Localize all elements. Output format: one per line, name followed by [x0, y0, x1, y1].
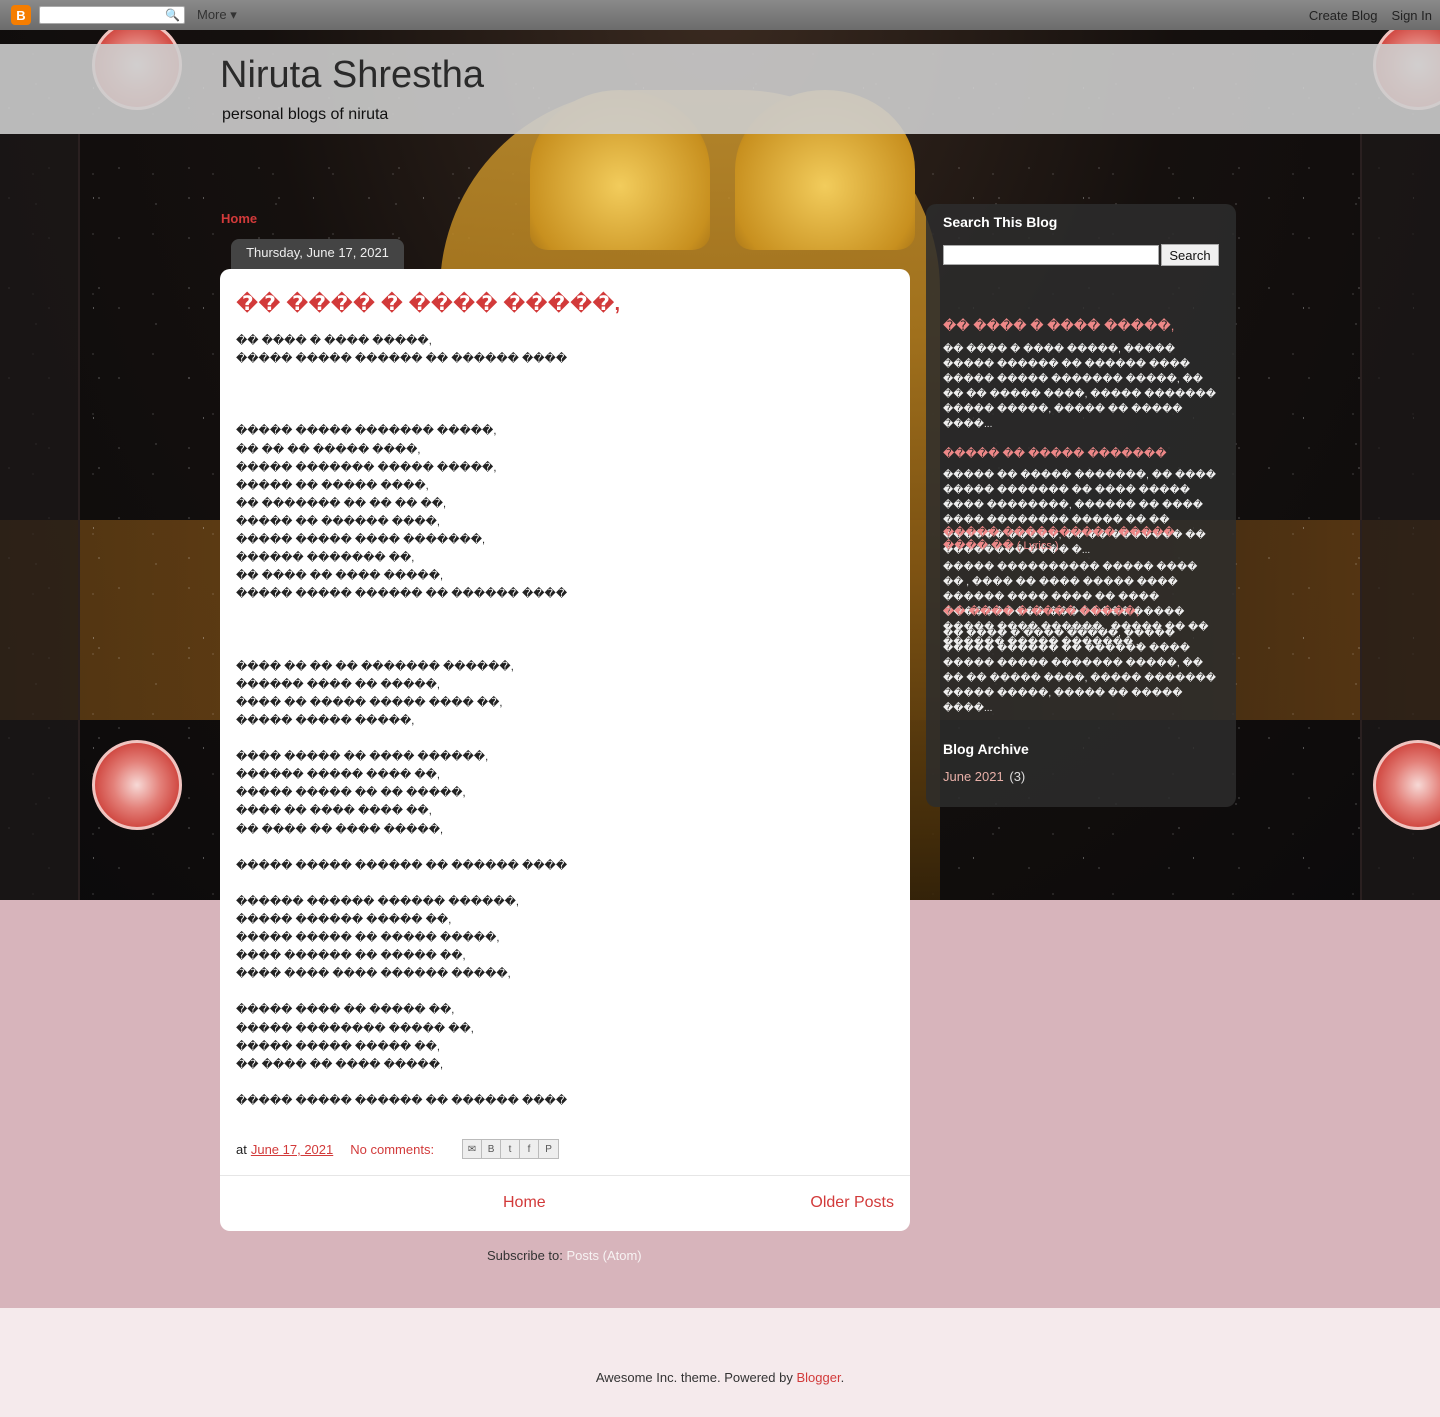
post-line: [236, 603, 567, 621]
archive-post-count: (3): [1009, 769, 1026, 784]
post-line: [236, 640, 567, 658]
post-line: ����� �� ����� ����,: [236, 479, 429, 492]
post-line: [236, 839, 567, 857]
post-line: ���� ����� �� ���� ������,: [236, 751, 489, 764]
popular-post-title-link[interactable]: �� ���� � ���� �����,: [943, 318, 1218, 334]
attribution-text: Awesome Inc. theme. Powered by: [595, 1370, 793, 1385]
more-label: More: [197, 7, 227, 22]
email-share-icon[interactable]: ✉: [463, 1140, 483, 1158]
post-line: [236, 875, 567, 893]
post-line: ����� ����� �� �� �����,: [236, 787, 466, 800]
post-line: ����� ������ ����� ��,: [236, 914, 452, 926]
post-line: [236, 983, 567, 1001]
navbar-search-input[interactable]: 🔍: [39, 6, 185, 24]
post-line: ����� ����� ������ �� ������ ����: [236, 588, 568, 601]
sidebar: Search This Blog Search �� ���� � ���� �…: [926, 204, 1236, 807]
divider: [220, 1175, 910, 1176]
blogthis-share-icon[interactable]: B: [482, 1140, 502, 1158]
post-line: ������ ����� ���� ��,: [236, 769, 440, 782]
post-line: ���� ���� ���� ������ �����,: [236, 968, 511, 981]
comments-link[interactable]: No comments:: [350, 1142, 434, 1157]
post-line: ����� ����� �� ����� �����,: [236, 932, 500, 945]
post-line: ����� ����� ����� ��,: [236, 1040, 440, 1053]
blog-search-input[interactable]: [943, 245, 1159, 265]
post-line: [236, 622, 567, 640]
post-line: �� ���� �� ���� �����,: [236, 823, 444, 836]
share-buttons: ✉ B t f P: [462, 1139, 560, 1159]
post-line: �� ������� �� �� �� ��,: [236, 497, 447, 510]
subscribe-feed: Subscribe to: Posts (Atom): [487, 1248, 642, 1263]
popular-post-title-link[interactable]: ����� �� ����� �������: [943, 447, 1218, 460]
post-line: ����� ����� ������ �� ������ ����: [236, 1094, 568, 1107]
blogger-navbar: B 🔍 More ▾ Create Blog Sign In: [0, 0, 1440, 30]
post-date-header: Thursday, June 17, 2021: [231, 239, 404, 270]
blog-description: personal blogs of niruta: [222, 106, 389, 123]
home-link[interactable]: Home: [221, 211, 257, 226]
search-button[interactable]: Search: [1161, 244, 1219, 266]
theme-attribution: Awesome Inc. theme. Powered by Blogger.: [0, 1370, 1440, 1385]
post-line: [236, 386, 567, 404]
twitter-share-icon[interactable]: t: [501, 1140, 521, 1158]
post-footer-at: at: [236, 1141, 247, 1157]
subscribe-label: Subscribe to:: [487, 1248, 563, 1263]
post-timestamp-link[interactable]: June 17, 2021: [251, 1142, 333, 1157]
post-line: ���� �� ���� ���� ��,: [236, 805, 432, 818]
post-footer: at June 17, 2021 No comments: ✉ B t f P: [236, 1139, 560, 1159]
blogger-logo-icon[interactable]: B: [11, 5, 31, 25]
post-title[interactable]: �� ���� � ���� �����,: [236, 291, 620, 316]
post-line: [236, 404, 567, 422]
post-line: [236, 368, 567, 386]
post-line: �� ���� �� ���� �����,: [236, 570, 444, 583]
post-line: [236, 730, 567, 748]
post-line: ����� ������� ����� �����,: [236, 461, 497, 474]
post-card: �� ���� � ���� �����, �� ���� � ���� ���…: [220, 269, 910, 1231]
post-line: ����� ����� �����,: [236, 714, 415, 727]
post-line: ������ ���� �� �����,: [236, 678, 440, 691]
blog-title[interactable]: Niruta Shrestha: [220, 54, 484, 97]
popular-post-snippet: �� ���� � ���� �����, ����� ����� ������…: [943, 628, 1217, 714]
post-line: ����� ���� �� ����� ��,: [236, 1004, 455, 1017]
posts-atom-link[interactable]: Posts (Atom): [567, 1248, 642, 1263]
background-panel-left: [0, 134, 80, 900]
post-line: ������ ������ ������ ������,: [236, 895, 519, 908]
post-line: ������ ������� ��,: [236, 552, 415, 565]
post-line: ���� �� �� �� ������� ������,: [236, 660, 514, 673]
post-line: ����� ����� ������� �����,: [236, 425, 497, 438]
search-widget-heading: Search This Blog: [943, 214, 1058, 230]
post-line: �� ���� �� ���� �����,: [236, 1058, 444, 1071]
pager-home-link[interactable]: Home: [503, 1194, 546, 1212]
archive-item: June 2021 (3): [943, 769, 1025, 784]
attribution-period: .: [840, 1370, 845, 1385]
more-menu-button[interactable]: More ▾: [197, 7, 237, 23]
post-line: �� �� �� ����� ����,: [236, 443, 421, 456]
popular-post-title-link[interactable]: �� ���� � ���� �����,: [943, 605, 1218, 618]
popular-post-title-link[interactable]: ����� ���������� ����� ���� �� ( Lyrics …: [943, 526, 1218, 552]
post-line: ����� �� ������ ����,: [236, 515, 440, 528]
caret-down-icon: ▾: [230, 7, 237, 22]
blogger-link[interactable]: Blogger: [796, 1370, 840, 1385]
popular-post-item: �� ���� � ���� �����, �� ���� � ���� ����…: [943, 318, 1218, 432]
popular-post-snippet: �� ���� � ���� �����, ����� ����� ������…: [943, 344, 1217, 430]
post-line: �� ���� � ���� �����,: [236, 335, 432, 347]
sign-in-link[interactable]: Sign In: [1392, 8, 1432, 23]
popular-post-item: �� ���� � ���� �����, �� ���� � ���� ����…: [943, 605, 1218, 716]
blog-header: Niruta Shrestha personal blogs of niruta: [0, 44, 1440, 134]
post-line: ���� �� ����� ����� ���� ��,: [236, 696, 503, 709]
pinterest-share-icon[interactable]: P: [539, 1140, 559, 1158]
post-line: ����� �������� ����� ��,: [236, 1022, 474, 1035]
post-line: ����� ����� ���� �������,: [236, 534, 486, 547]
post-line: [236, 1074, 567, 1092]
subscribe-seal-image: [92, 740, 182, 830]
blog-archive-heading: Blog Archive: [943, 741, 1029, 757]
post-line: ���� ������ �� ����� ��,: [236, 950, 466, 963]
post-line: ����� ����� ������ �� ������ ����: [236, 859, 568, 872]
create-blog-link[interactable]: Create Blog: [1309, 8, 1378, 23]
post-body: �� ���� � ���� �����, ����� ����� ������ …: [236, 332, 567, 1110]
archive-month-link[interactable]: June 2021: [943, 769, 1004, 784]
search-icon[interactable]: 🔍: [165, 8, 180, 22]
post-line: ����� ����� ������ �� ������ ����: [236, 353, 568, 366]
facebook-share-icon[interactable]: f: [520, 1140, 540, 1158]
older-posts-link[interactable]: Older Posts: [810, 1194, 894, 1212]
